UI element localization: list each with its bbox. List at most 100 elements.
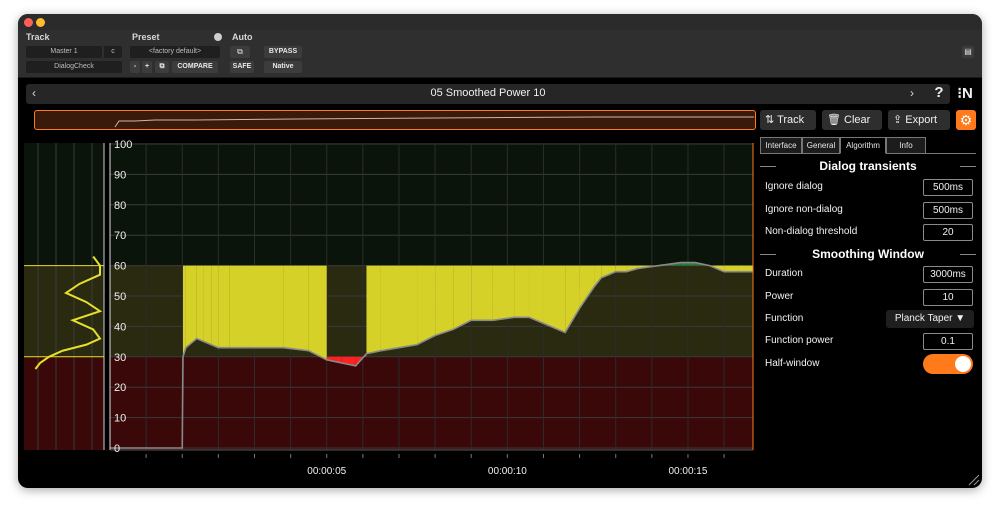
y-tick-label: 60: [114, 261, 126, 273]
overview-trace-icon: [114, 116, 754, 128]
loudness-plot[interactable]: 0 10 20 30 40 50 60 70 80 90 100 00:00:05 00:00:10 00…: [18, 130, 758, 488]
target-fill-segment: [435, 265, 454, 336]
target-fill-segment: [203, 265, 212, 345]
tab-info[interactable]: Info: [886, 137, 926, 154]
preset-previous-button[interactable]: -: [130, 61, 140, 73]
target-fill-segment: [229, 265, 255, 348]
y-tick-label: 10: [114, 413, 126, 425]
nondialog-threshold-label: Non-dialog threshold: [765, 226, 858, 237]
target-fill-segment: [398, 265, 418, 348]
target-fill-segment: [492, 265, 515, 321]
target-fill-segment: [724, 265, 739, 272]
y-tick-label: 80: [114, 200, 126, 212]
export-button[interactable]: ⇪ Export: [888, 110, 950, 130]
half-window-toggle[interactable]: [923, 354, 973, 374]
dialog-transients-title: Dialog transients: [819, 159, 917, 173]
preset-navigation-bar: ‹ 05 Smoothed Power 10 ›: [26, 84, 950, 104]
clear-button[interactable]: 🗑 Clear: [822, 110, 882, 130]
preset-label: Preset: [132, 32, 160, 42]
tab-interface[interactable]: Interface: [760, 137, 802, 154]
plugin-window: Track Preset Auto Master 1 c DialogCheck…: [18, 14, 982, 488]
below-target-region: [110, 356, 753, 450]
minimize-window-button[interactable]: [36, 18, 45, 27]
next-preset-icon[interactable]: ›: [910, 86, 914, 100]
target-fill-segment: [196, 265, 204, 342]
logo-letter: N: [961, 85, 973, 102]
ignore-dialog-label: Ignore dialog: [765, 181, 823, 192]
function-power-field[interactable]: 0.1: [923, 333, 973, 350]
function-label: Function: [765, 313, 804, 324]
target-fill-segment: [529, 265, 544, 324]
power-label: Power: [765, 291, 794, 302]
duration-field[interactable]: 3000ms: [923, 266, 973, 283]
x-tick-label: 00:00:15: [669, 466, 708, 477]
export-button-label: Export: [905, 114, 938, 126]
bypass-button[interactable]: BYPASS: [264, 46, 302, 58]
y-tick-label: 40: [114, 321, 126, 333]
target-fill-segment: [254, 265, 284, 348]
ignore-nondialog-label: Ignore non-dialog: [765, 204, 843, 215]
target-fill-segment: [738, 265, 753, 272]
track-button[interactable]: ⇅ Track: [760, 110, 816, 130]
y-tick-label: 50: [114, 291, 126, 303]
target-fill-segment: [380, 265, 399, 351]
host-bar: Track Preset Auto Master 1 c DialogCheck…: [18, 30, 982, 78]
preset-select[interactable]: <factory default>: [130, 46, 220, 58]
duration-label: Duration: [765, 268, 803, 279]
target-fill-segment: [471, 265, 493, 321]
help-icon[interactable]: ?: [932, 84, 946, 104]
smoothing-window-title: Smoothing Window: [812, 247, 924, 261]
target-fill-segment: [366, 265, 381, 354]
y-tick-label: 90: [114, 169, 126, 181]
function-power-label: Function power: [765, 335, 834, 346]
smoothing-window-heading: Smoothing Window: [760, 247, 976, 261]
preset-next-button[interactable]: +: [142, 61, 152, 73]
y-tick-label: 30: [114, 352, 126, 364]
timeline-overview[interactable]: [34, 110, 756, 130]
clear-button-label: Clear: [844, 114, 871, 126]
y-tick-label: 100: [114, 139, 132, 151]
target-fill-segment: [283, 265, 309, 351]
native-button[interactable]: Native: [264, 61, 302, 73]
target-fill-segment: [453, 265, 472, 330]
dialog-transients-heading: Dialog transients: [760, 159, 976, 173]
y-tick-label: 20: [114, 382, 126, 394]
function-select[interactable]: Planck Taper ▼: [886, 310, 974, 328]
target-fill-segment: [615, 265, 627, 272]
target-fill-segment: [182, 265, 186, 357]
target-fill-segment: [417, 265, 436, 345]
host-menu-icon[interactable]: ▤: [962, 46, 974, 58]
close-window-button[interactable]: [24, 18, 33, 27]
tab-algorithm[interactable]: Algorithm: [840, 137, 886, 154]
ignore-dialog-field[interactable]: 500ms: [923, 179, 973, 196]
target-fill-segment: [543, 265, 566, 333]
safe-button[interactable]: SAFE: [230, 61, 254, 73]
tab-general[interactable]: General: [802, 137, 840, 154]
resize-grip-icon[interactable]: [966, 472, 980, 486]
automation-icon[interactable]: ⧉: [230, 46, 250, 58]
target-fill-segment: [218, 265, 230, 348]
nondialog-threshold-field[interactable]: 20: [923, 224, 973, 241]
half-window-label: Half-window: [765, 358, 820, 369]
power-field[interactable]: 10: [923, 289, 973, 306]
target-fill-segment: [308, 265, 327, 360]
x-tick-label: 00:00:05: [307, 466, 346, 477]
auto-label: Auto: [232, 32, 253, 42]
target-fill-segment: [514, 265, 530, 318]
toggle-knob: [955, 356, 971, 372]
settings-gear-icon[interactable]: ⚙: [956, 110, 976, 130]
track-channel-select[interactable]: c: [104, 46, 122, 58]
x-tick-label: 00:00:10: [488, 466, 527, 477]
target-fill-segment: [211, 265, 219, 348]
ignore-nondialog-field[interactable]: 500ms: [923, 202, 973, 219]
export-icon: ⇪: [893, 114, 903, 126]
track-select[interactable]: Master 1: [26, 46, 102, 58]
copy-settings-icon[interactable]: ⧉: [155, 61, 169, 73]
y-tick-label: 0: [114, 443, 120, 455]
insert-select[interactable]: DialogCheck: [26, 61, 122, 73]
track-button-label: Track: [777, 114, 805, 126]
trash-icon: 🗑: [827, 114, 841, 126]
compare-button[interactable]: COMPARE: [172, 61, 218, 73]
track-tool-icon: ⇅: [765, 114, 775, 126]
preset-menu-icon[interactable]: [214, 33, 222, 41]
